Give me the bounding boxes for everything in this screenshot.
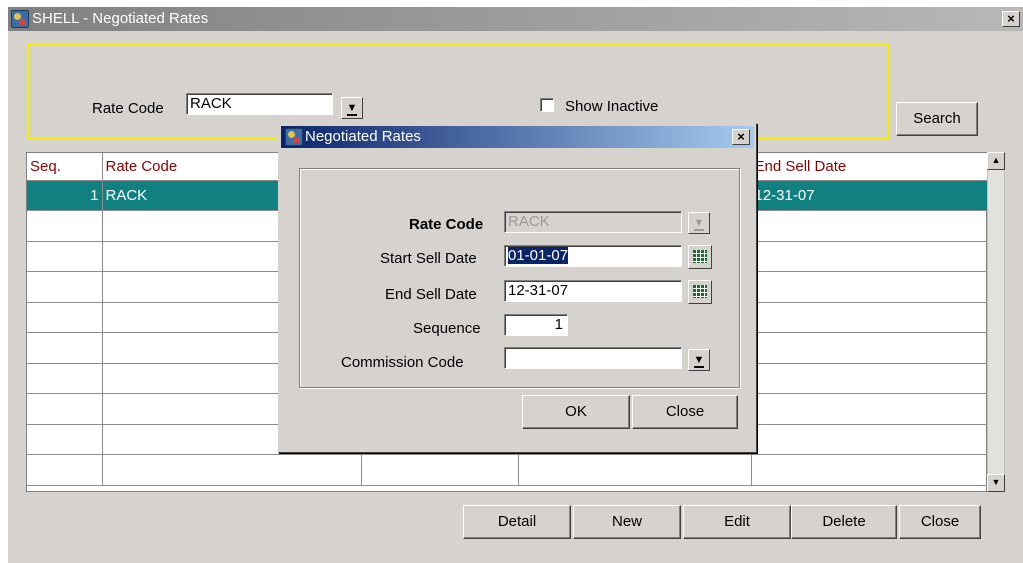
cell [751, 332, 989, 364]
cell [27, 393, 103, 425]
end-sell-date-label: End Sell Date [385, 286, 477, 303]
dialog-rate-code-label: Rate Code [409, 216, 484, 233]
new-button[interactable]: New [573, 505, 681, 539]
delete-button[interactable]: Delete [791, 505, 897, 539]
show-inactive-checkbox[interactable] [540, 98, 554, 112]
chevron-down-icon: ▼ [693, 354, 705, 368]
sequence-input[interactable]: 1 [504, 314, 568, 336]
show-inactive-label: Show Inactive [565, 98, 659, 115]
search-button[interactable]: Search [896, 102, 978, 136]
cell [751, 424, 989, 455]
start-date-calendar-icon[interactable] [688, 245, 712, 269]
window-title-bar[interactable]: SHELL - Negotiated Rates × [8, 7, 1023, 31]
cell-seq: 1 [27, 180, 103, 211]
cell [27, 424, 103, 455]
cell [751, 241, 989, 272]
rate-code-dropdown-button[interactable]: ▼ [341, 97, 363, 119]
cell [518, 454, 752, 486]
end-sell-date-input[interactable]: 12-31-07 [504, 280, 682, 302]
scroll-up-icon[interactable]: ▲ [987, 152, 1005, 170]
cell [102, 454, 362, 486]
chevron-down-icon: ▼ [693, 217, 705, 231]
cell [27, 363, 103, 394]
commission-code-input[interactable] [504, 347, 682, 369]
dialog-title: Negotiated Rates [305, 128, 421, 145]
cell [27, 210, 103, 242]
detail-button[interactable]: Detail [463, 505, 571, 539]
scroll-down-icon[interactable]: ▼ [987, 474, 1005, 492]
sequence-label: Sequence [413, 320, 481, 337]
dialog-title-bar[interactable]: Negotiated Rates × [281, 126, 754, 148]
close-button[interactable]: Close [899, 505, 981, 539]
dialog-close-button[interactable]: Close [632, 395, 738, 429]
window-title: SHELL - Negotiated Rates [32, 10, 209, 27]
cell [751, 210, 989, 242]
cell [361, 454, 519, 486]
chevron-down-icon: ▼ [346, 102, 358, 116]
start-sell-date-input[interactable]: 01-01-07 [504, 245, 682, 267]
cell [751, 454, 989, 486]
cell [751, 302, 989, 333]
cell [751, 363, 989, 394]
cell [27, 271, 103, 303]
app-icon [285, 128, 303, 146]
cell [751, 393, 989, 425]
cell [27, 332, 103, 364]
start-sell-date-label: Start Sell Date [380, 250, 477, 267]
cell [751, 271, 989, 303]
column-header-seq[interactable]: Seq. [27, 153, 103, 181]
rate-code-input[interactable]: RACK [186, 93, 333, 115]
commission-code-label: Commission Code [341, 354, 464, 371]
table-scrollbar[interactable]: ▲ ▼ [987, 152, 1005, 492]
app-icon [11, 10, 29, 28]
rate-code-label: Rate Code [92, 100, 164, 117]
table-row[interactable] [27, 454, 989, 486]
edit-button[interactable]: Edit [683, 505, 791, 539]
start-sell-date-value: 01-01-07 [508, 247, 569, 264]
commission-code-dropdown-button[interactable]: ▼ [688, 349, 710, 371]
cell-end-sell-date: 12-31-07 [751, 180, 989, 211]
window-close-button[interactable]: × [1002, 11, 1020, 27]
dialog-rate-code-dropdown: ▼ [688, 212, 710, 234]
column-header-end-sell-date[interactable]: End Sell Date [751, 153, 989, 181]
dialog-rate-code-field: RACK [504, 211, 682, 233]
negotiated-rates-dialog: Negotiated Rates × Rate Code RACK ▼ Star… [278, 123, 757, 453]
cell [27, 302, 103, 333]
cell [27, 454, 103, 486]
cell [27, 241, 103, 272]
end-date-calendar-icon[interactable] [688, 280, 712, 304]
dialog-ok-button[interactable]: OK [522, 395, 630, 429]
dialog-close-icon[interactable]: × [732, 129, 750, 145]
